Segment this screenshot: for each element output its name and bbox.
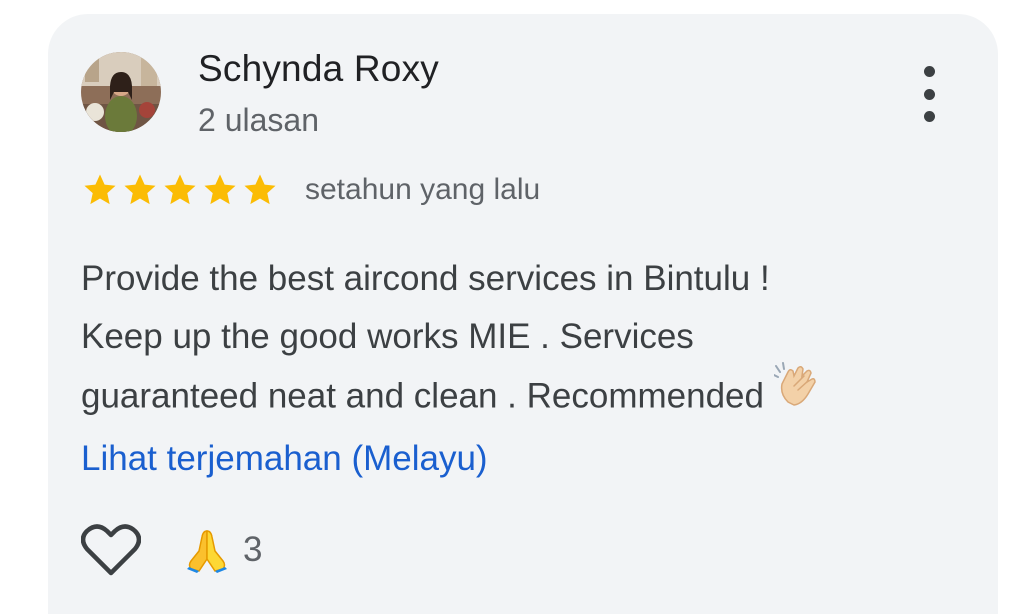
clapping-hands-icon (772, 362, 820, 426)
star-icon (161, 171, 199, 209)
reaction-count: 3 (243, 530, 263, 569)
translate-link[interactable]: Lihat terjemahan (Melayu) (81, 430, 951, 488)
review-actions: 3 (81, 520, 262, 580)
author-name[interactable]: Schynda Roxy (198, 48, 439, 90)
more-vert-icon (923, 66, 935, 77)
avatar-photo (81, 52, 161, 132)
review-text-line: Keep up the good works MIE . Services (81, 317, 694, 356)
review-body: Provide the best aircond services in Bin… (81, 250, 951, 488)
folded-hands-icon (187, 530, 227, 573)
star-icon (201, 171, 239, 209)
more-options-button[interactable] (910, 66, 948, 122)
review-time: setahun yang lalu (305, 173, 541, 206)
star-icon (121, 171, 159, 209)
review-text-line: Provide the best aircond services in Bin… (81, 259, 770, 298)
heart-outline-icon[interactable] (81, 523, 141, 577)
reaction-summary[interactable]: 3 (185, 527, 262, 573)
star-icon (241, 171, 279, 209)
rating-row: setahun yang lalu (81, 170, 540, 210)
star-rating (81, 171, 279, 209)
star-icon (81, 171, 119, 209)
avatar[interactable] (81, 52, 161, 132)
review-card: Schynda Roxy 2 ulasan setahun yang lalu … (48, 14, 998, 614)
author-review-count: 2 ulasan (198, 102, 319, 138)
review-text-line: guaranteed neat and clean . Recommended (81, 376, 764, 416)
